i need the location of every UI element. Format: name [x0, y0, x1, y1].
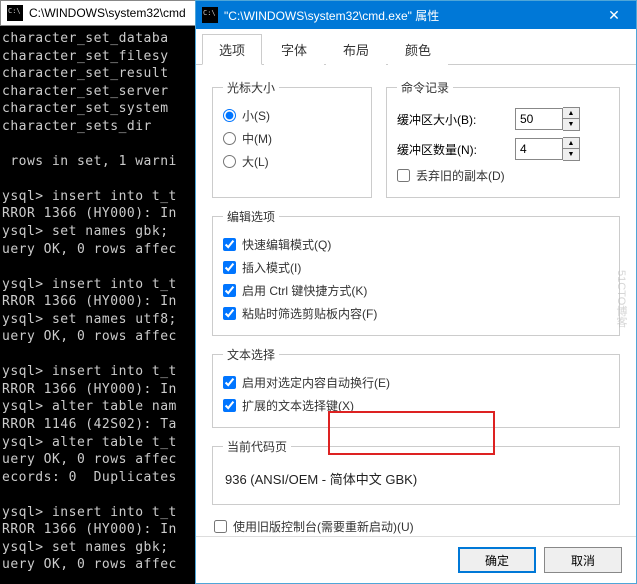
cancel-button[interactable]: 取消 [544, 547, 622, 573]
footer-area: 使用旧版控制台(需要重新启动)(U) 了解更多有关新控制台功能的信息 [212, 515, 620, 536]
label-wrap-selection: 启用对选定内容自动换行(E) [242, 374, 390, 391]
checkbox-legacy-console[interactable] [214, 520, 227, 533]
ok-button[interactable]: 确定 [458, 547, 536, 573]
close-icon[interactable]: ✕ [592, 1, 636, 29]
chevron-up-icon[interactable]: ▲ [563, 138, 579, 149]
radio-large[interactable] [223, 155, 236, 168]
group-history: 命令记录 缓冲区大小(B): ▲▼ 缓冲区数量(N): ▲▼ 丢弃旧的副本(D) [386, 79, 620, 198]
label-quick-edit: 快速编辑模式(Q) [242, 236, 331, 253]
chevron-up-icon[interactable]: ▲ [563, 108, 579, 119]
button-bar: 确定 取消 [196, 536, 636, 583]
radio-medium[interactable] [223, 132, 236, 145]
legend-textsel: 文本选择 [223, 346, 279, 363]
label-small: 小(S) [242, 107, 270, 124]
legend-edit: 编辑选项 [223, 208, 279, 225]
label-ctrl-shortcuts: 启用 Ctrl 键快捷方式(K) [242, 282, 367, 299]
legend-cursor: 光标大小 [223, 79, 279, 96]
checkbox-insert-mode[interactable] [223, 261, 236, 274]
legend-codepage: 当前代码页 [223, 438, 291, 455]
checkbox-filter-paste[interactable] [223, 307, 236, 320]
cmd-icon [202, 7, 218, 23]
label-buffer-count: 缓冲区数量(N): [397, 141, 507, 158]
checkbox-wrap-selection[interactable] [223, 376, 236, 389]
chevron-down-icon[interactable]: ▼ [563, 119, 579, 130]
label-large: 大(L) [242, 153, 269, 170]
tab-layout[interactable]: 布局 [326, 34, 386, 65]
input-buffer-size[interactable] [515, 108, 563, 130]
checkbox-quick-edit[interactable] [223, 238, 236, 251]
group-edit-options: 编辑选项 快速编辑模式(Q) 插入模式(I) 启用 Ctrl 键快捷方式(K) … [212, 208, 620, 336]
label-insert-mode: 插入模式(I) [242, 259, 301, 276]
codepage-value: 936 (ANSI/OEM - 简体中文 GBK) [223, 463, 609, 494]
radio-small[interactable] [223, 109, 236, 122]
legend-history: 命令记录 [397, 79, 453, 96]
tab-bar: 选项 字体 布局 颜色 [196, 29, 636, 65]
group-cursor-size: 光标大小 小(S) 中(M) 大(L) [212, 79, 372, 198]
group-codepage: 当前代码页 936 (ANSI/OEM - 简体中文 GBK) [212, 438, 620, 505]
chevron-down-icon[interactable]: ▼ [563, 149, 579, 160]
label-filter-paste: 粘贴时筛选剪贴板内容(F) [242, 305, 377, 322]
spinner-buffer-size[interactable]: ▲▼ [515, 107, 580, 131]
label-buffer-size: 缓冲区大小(B): [397, 111, 507, 128]
label-medium: 中(M) [242, 130, 272, 147]
tab-font[interactable]: 字体 [264, 34, 324, 65]
checkbox-ctrl-shortcuts[interactable] [223, 284, 236, 297]
label-legacy-console: 使用旧版控制台(需要重新启动)(U) [233, 518, 414, 535]
dialog-titlebar[interactable]: "C:\WINDOWS\system32\cmd.exe" 属性 ✕ [196, 1, 636, 29]
spinner-buffer-count[interactable]: ▲▼ [515, 137, 580, 161]
group-text-selection: 文本选择 启用对选定内容自动换行(E) 扩展的文本选择键(X) [212, 346, 620, 428]
dialog-title: "C:\WINDOWS\system32\cmd.exe" 属性 [224, 7, 592, 24]
tab-content-options: 光标大小 小(S) 中(M) 大(L) 命令记录 缓冲区大小(B): ▲▼ 缓冲… [196, 65, 636, 536]
checkbox-discard-old[interactable] [397, 169, 410, 182]
tab-options[interactable]: 选项 [202, 34, 262, 65]
label-discard-old: 丢弃旧的副本(D) [416, 167, 505, 184]
checkbox-extended-keys[interactable] [223, 399, 236, 412]
cmd-icon [7, 5, 23, 21]
label-extended-keys: 扩展的文本选择键(X) [242, 397, 354, 414]
tab-colors[interactable]: 颜色 [388, 34, 448, 65]
input-buffer-count[interactable] [515, 138, 563, 160]
properties-dialog: "C:\WINDOWS\system32\cmd.exe" 属性 ✕ 选项 字体… [195, 0, 637, 584]
terminal-title: C:\WINDOWS\system32\cmd [29, 6, 186, 20]
